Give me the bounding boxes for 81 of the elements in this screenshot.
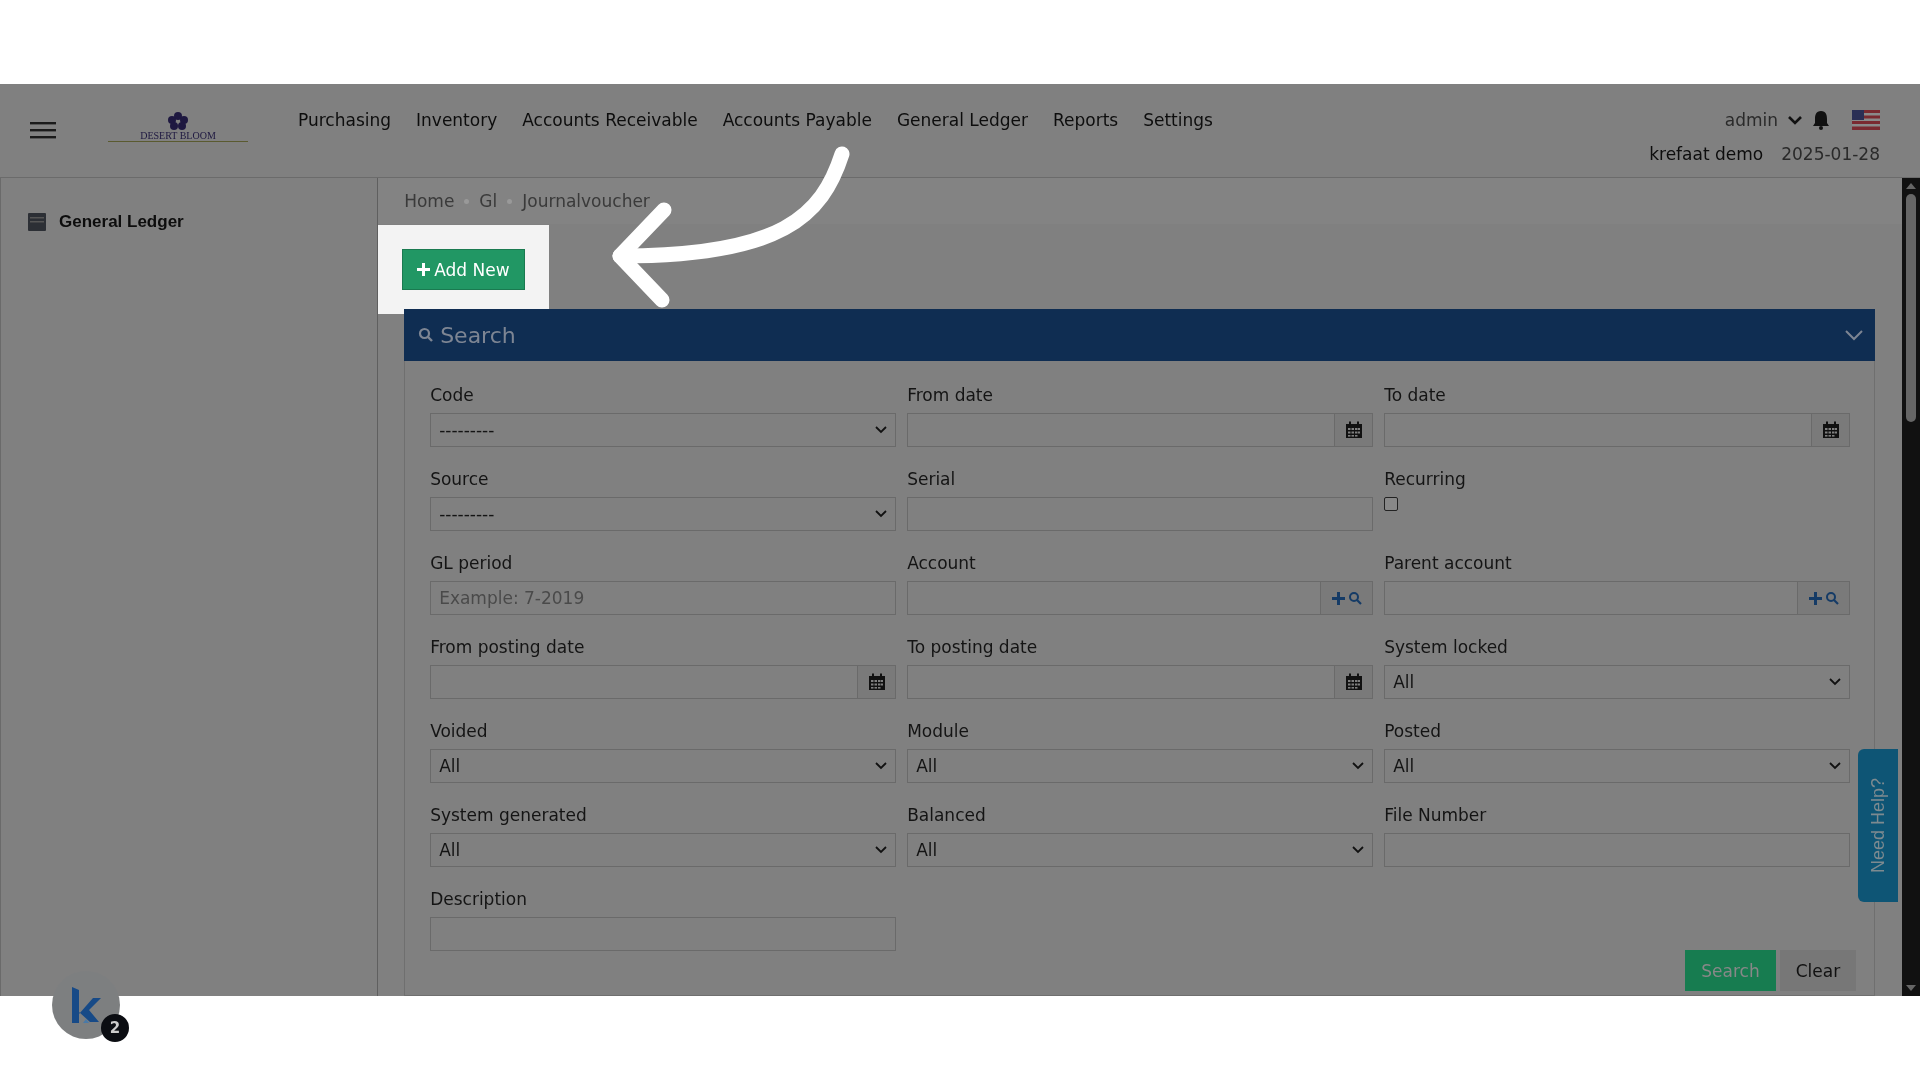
company-name: krefaat demo [1649,144,1764,164]
user-menu[interactable]: admin [1724,110,1778,130]
select-field[interactable]: --------- [430,413,897,447]
logo-text[interactable]: DESERT BLOOM [140,130,216,141]
panel-title: Search [440,322,516,348]
field-label: Recurring [1384,469,1467,491]
nav-link[interactable]: Accounts Payable [722,110,872,130]
calendar-icon [1821,421,1840,439]
sidebar-item[interactable]: General Ledger [59,212,184,232]
field-label: Balanced [907,805,987,827]
field-label: GL period [430,553,514,575]
calendar-icon [1344,421,1363,439]
nav-link[interactable]: Reports [1052,110,1119,130]
lookup-button[interactable] [1798,581,1851,615]
plus-icon [417,263,431,276]
plus-icon [1331,591,1345,605]
select-field[interactable]: --------- [430,497,897,531]
search-panel-header[interactable]: Search [404,309,1876,361]
menu-icon[interactable] [30,120,56,140]
chevron-down-icon [1352,762,1365,770]
field-label: Voided [430,721,489,743]
chevron-down-icon[interactable] [1845,329,1864,341]
breadcrumb-link[interactable]: Journalvoucher [522,191,650,211]
ledger-book-icon [27,212,47,232]
scrollbar-thumb[interactable] [1906,194,1917,422]
field-label: From date [907,385,994,407]
scroll-down-icon[interactable] [1905,984,1918,992]
select-field[interactable]: All [430,833,897,867]
select-field[interactable]: All [1384,749,1851,783]
field-label: Description [430,889,528,911]
field-label: To date [1384,385,1447,407]
nav-link[interactable]: Accounts Receivable [522,110,698,130]
select-field[interactable]: All [907,833,1374,867]
calendar-button[interactable] [858,665,897,699]
chevron-down-icon [875,510,888,518]
chevron-down-icon [875,426,888,434]
current-date: 2025-01-28 [1781,144,1880,164]
chevron-down-icon [1352,846,1365,854]
field-label: File Number [1384,805,1488,827]
nav-link[interactable]: General Ledger [896,110,1028,130]
select-field[interactable]: All [907,749,1374,783]
nav-link[interactable]: Inventory [416,110,498,130]
chevron-down-icon[interactable] [1788,115,1802,125]
field-label: Source [430,469,490,491]
calendar-icon [867,673,886,691]
lookup-button[interactable] [1321,581,1374,615]
select-field[interactable]: All [430,749,897,783]
chevron-down-icon [1829,762,1842,770]
field-label: System generated [430,805,588,827]
field-label: System locked [1384,637,1509,659]
nav-link[interactable]: Settings [1143,110,1213,130]
select-field[interactable]: All [1384,665,1851,699]
field-label: Module [907,721,970,743]
search-icon [1347,591,1362,605]
flag-icon[interactable] [1852,110,1880,130]
scroll-up-icon[interactable] [1905,182,1918,190]
nav-link[interactable]: Purchasing [298,110,392,130]
field-label: Serial [907,469,957,491]
field-label: Account [907,553,977,575]
field-label: To posting date [907,637,1039,659]
checkbox[interactable] [1384,497,1399,511]
chevron-down-icon [875,762,888,770]
flower-icon [165,112,191,130]
field-label: Parent account [1384,553,1513,575]
plus-icon [1808,591,1822,605]
calendar-button[interactable] [1335,413,1374,447]
breadcrumb-link[interactable]: Home [404,191,455,211]
calendar-button[interactable] [1335,665,1374,699]
field-label: Posted [1384,721,1442,743]
add-new-button[interactable]: Add New [402,249,525,290]
field-label: Code [430,385,475,407]
calendar-icon [1344,673,1363,691]
search-icon [418,327,435,343]
bell-icon[interactable] [1812,110,1830,130]
chevron-down-icon [1829,678,1842,686]
breadcrumb-link[interactable]: Gl [479,191,498,211]
chevron-down-icon [875,846,888,854]
field-label: From posting date [430,637,586,659]
search-icon [1824,591,1839,605]
calendar-button[interactable] [1812,413,1851,447]
clear-button[interactable]: Clear [1779,950,1857,991]
